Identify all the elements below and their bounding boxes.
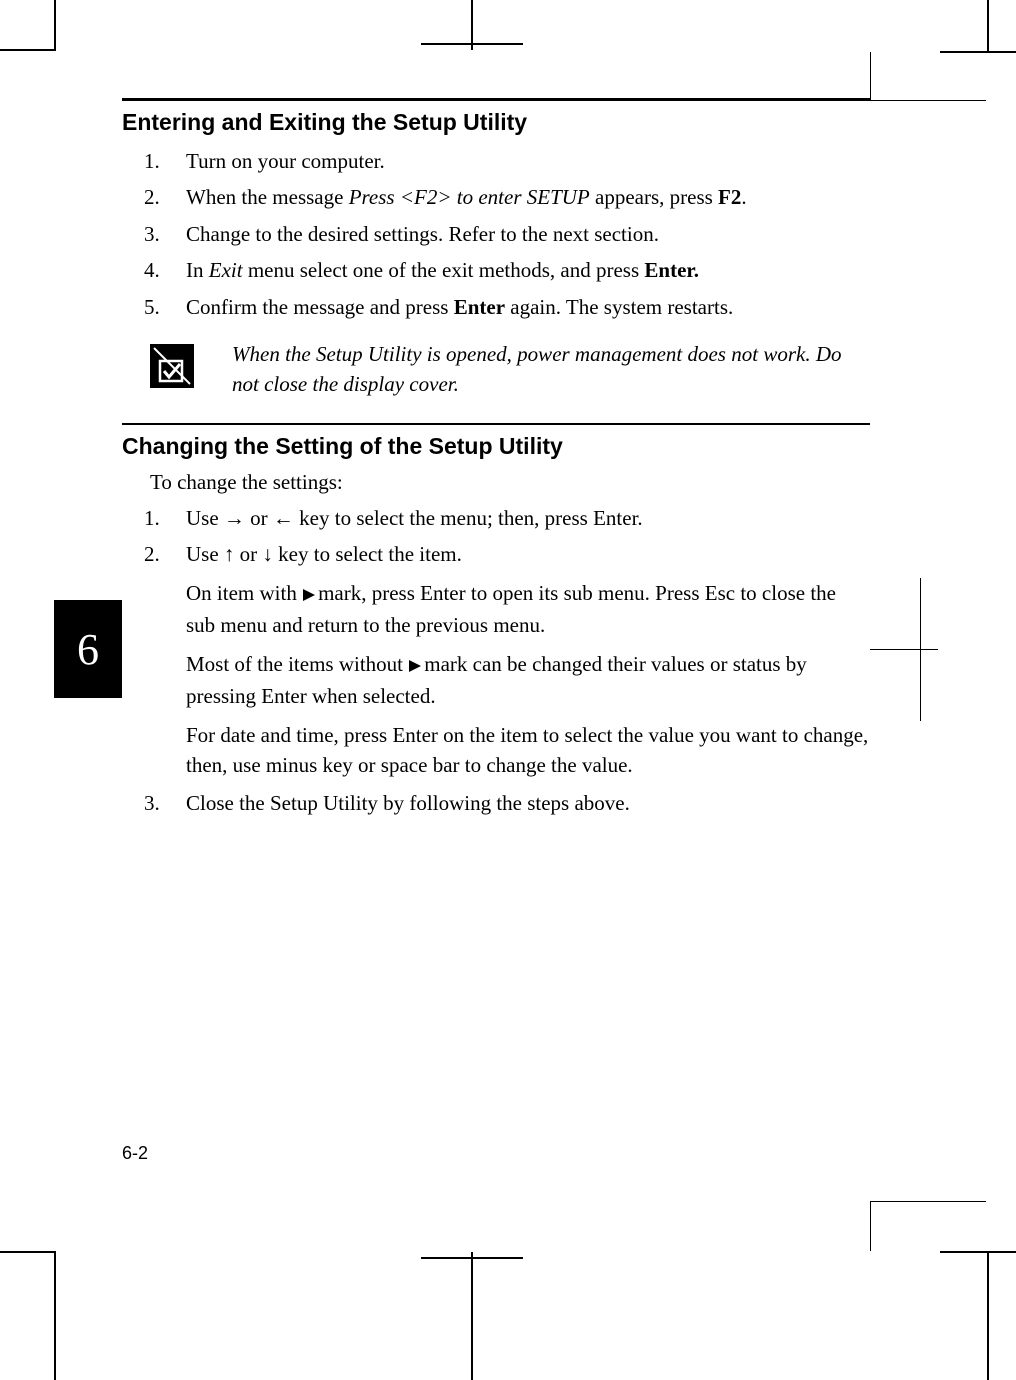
section-heading-1: Entering and Exiting the Setup Utility [122,109,870,136]
text-run: Enter [454,295,505,319]
step-text: Confirm the message and press Enter agai… [186,292,870,322]
triangle-right-icon [302,580,316,610]
steps-list-2b: 3. Close the Setup Utility by following … [144,788,870,818]
step-item: 3.Change to the desired settings. Refer … [144,219,870,249]
step-num: 1. [144,503,186,533]
text-run: Exit [209,258,243,282]
text-run: . [741,185,746,209]
text-run: In [186,258,209,282]
note-block: When the Setup Utility is opened, power … [150,340,870,399]
intro-text: To change the settings: [150,470,870,495]
t: On item with [186,581,302,605]
arrow-right-icon: → [224,506,245,530]
page-number: 6-2 [122,1143,148,1164]
arrow-up-icon: ↑ [224,542,235,566]
section-heading-2: Changing the Setting of the Setup Utilit… [122,433,870,460]
text-run: menu select one of the exit methods, and… [243,258,645,282]
text-run: Press <F2> to enter SETUP [349,185,590,209]
step-num: 2. [144,539,186,569]
text-run: Enter. [644,258,699,282]
arrow-down-icon: ↓ [262,542,273,566]
step-item: 3. Close the Setup Utility by following … [144,788,870,818]
step-num: 5. [144,292,186,322]
step-item: 1.Turn on your computer. [144,146,870,176]
step-item: 2.When the message Press <F2> to enter S… [144,182,870,212]
page-content: Entering and Exiting the Setup Utility 1… [122,95,870,825]
text-run: When the message [186,185,349,209]
step-text: In Exit menu select one of the exit meth… [186,255,870,285]
note-text: When the Setup Utility is opened, power … [232,340,870,399]
step-text: Turn on your computer. [186,146,870,176]
t: key to select the item. [273,542,462,566]
step-item: 2. Use ↑ or ↓ key to select the item. [144,539,870,569]
chapter-tab: 6 [54,600,122,698]
checkmark-note-icon [150,344,194,388]
arrow-left-icon: ← [273,506,294,530]
step-num: 1. [144,146,186,176]
step-num: 4. [144,255,186,285]
t: Most of the items without [186,652,408,676]
text-run: again. The system restarts. [505,295,733,319]
steps-list-2: 1. Use → or ← key to select the menu; th… [144,503,870,570]
text-run: Turn on your computer. [186,149,385,173]
text-run: F2 [718,185,741,209]
t: key to select the menu; then, press Ente… [294,506,643,530]
t: Use [186,506,224,530]
step-item: 4.In Exit menu select one of the exit me… [144,255,870,285]
step-item: 5.Confirm the message and press Enter ag… [144,292,870,322]
text-run: Change to the desired settings. Refer to… [186,222,659,246]
step-text: When the message Press <F2> to enter SET… [186,182,870,212]
step-num: 2. [144,182,186,212]
sub-paragraph: On item with mark, press Enter to open i… [186,578,870,641]
step-text: Close the Setup Utility by following the… [186,788,870,818]
t: Use [186,542,224,566]
sub-paragraph: Most of the items without mark can be ch… [186,649,870,712]
sub-paragraph: For date and time, press Enter on the it… [186,720,870,781]
step-text: Use ↑ or ↓ key to select the item. [186,539,870,569]
section-rule [122,423,870,425]
text-run: Confirm the message and press [186,295,454,319]
section-rule [122,98,870,101]
text-run: appears, press [590,185,718,209]
t: or [245,506,273,530]
triangle-right-icon [408,651,422,681]
step-num: 3. [144,788,186,818]
t: or [234,542,262,566]
step-text: Change to the desired settings. Refer to… [186,219,870,249]
steps-list-1: 1.Turn on your computer. 2.When the mess… [144,146,870,322]
step-text: Use → or ← key to select the menu; then,… [186,503,870,533]
step-num: 3. [144,219,186,249]
step-item: 1. Use → or ← key to select the menu; th… [144,503,870,533]
